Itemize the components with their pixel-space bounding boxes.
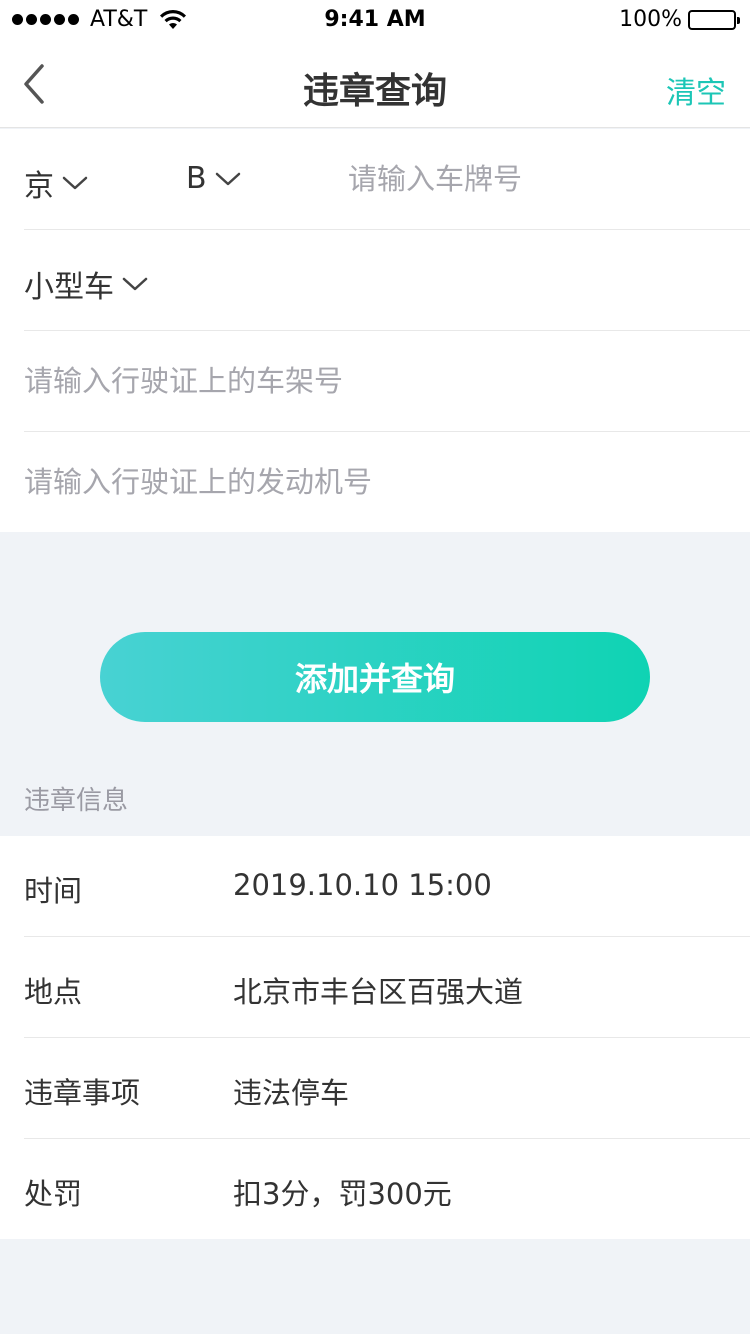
chevron-down-icon [215,172,240,185]
battery-percent: 100% [619,7,682,32]
vehicle-type-value: 小型车 [24,270,114,305]
status-bar: AT&T 9:41 AM 100% [0,0,750,40]
chevron-down-icon [122,277,148,291]
chevron-down-icon [62,176,88,190]
time-label: 时间 [24,874,83,908]
time-value: 2019.10.10 15:00 [233,868,492,902]
city-letter-value: B [186,161,207,196]
frame-number-row [24,331,750,432]
plate-number-input[interactable] [348,157,728,201]
location-value: 北京市丰台区百强大道 [233,975,524,1009]
engine-number-row [24,432,750,533]
province-picker[interactable]: 京 [24,161,88,205]
add-and-query-button[interactable]: 添加并查询 [100,632,650,722]
table-row: 违章事项 违法停车 [24,1038,750,1139]
page-title: 违章查询 [302,71,447,112]
table-row: 处罚 扣3分，罚300元 [24,1139,750,1240]
vehicle-type-row: 小型车 [24,230,750,331]
clear-button[interactable]: 清空 [666,68,726,112]
battery-icon [688,9,740,30]
plate-row: 京 B [24,129,750,230]
table-row: 时间 2019.10.10 15:00 [24,836,750,937]
frame-number-input[interactable] [24,359,704,403]
status-right: 100% [619,7,740,32]
table-row: 地点 北京市丰台区百强大道 [24,937,750,1038]
vehicle-form: 京 B 小型车 [0,129,750,532]
violation-item-value: 违法停车 [233,1076,350,1110]
province-value: 京 [24,169,54,204]
violation-section-title: 违章信息 [24,786,129,816]
violation-info-card: 时间 2019.10.10 15:00 地点 北京市丰台区百强大道 违章事项 违… [0,836,750,1239]
nav-bar: 违章查询 清空 [0,40,750,128]
location-label: 地点 [24,975,83,1009]
city-letter-picker[interactable]: B [186,161,241,196]
violation-item-label: 违章事项 [24,1076,141,1110]
penalty-label: 处罚 [24,1177,83,1211]
penalty-value: 扣3分，罚300元 [233,1177,452,1211]
engine-number-input[interactable] [24,460,704,504]
vehicle-type-picker[interactable]: 小型车 [24,262,148,306]
